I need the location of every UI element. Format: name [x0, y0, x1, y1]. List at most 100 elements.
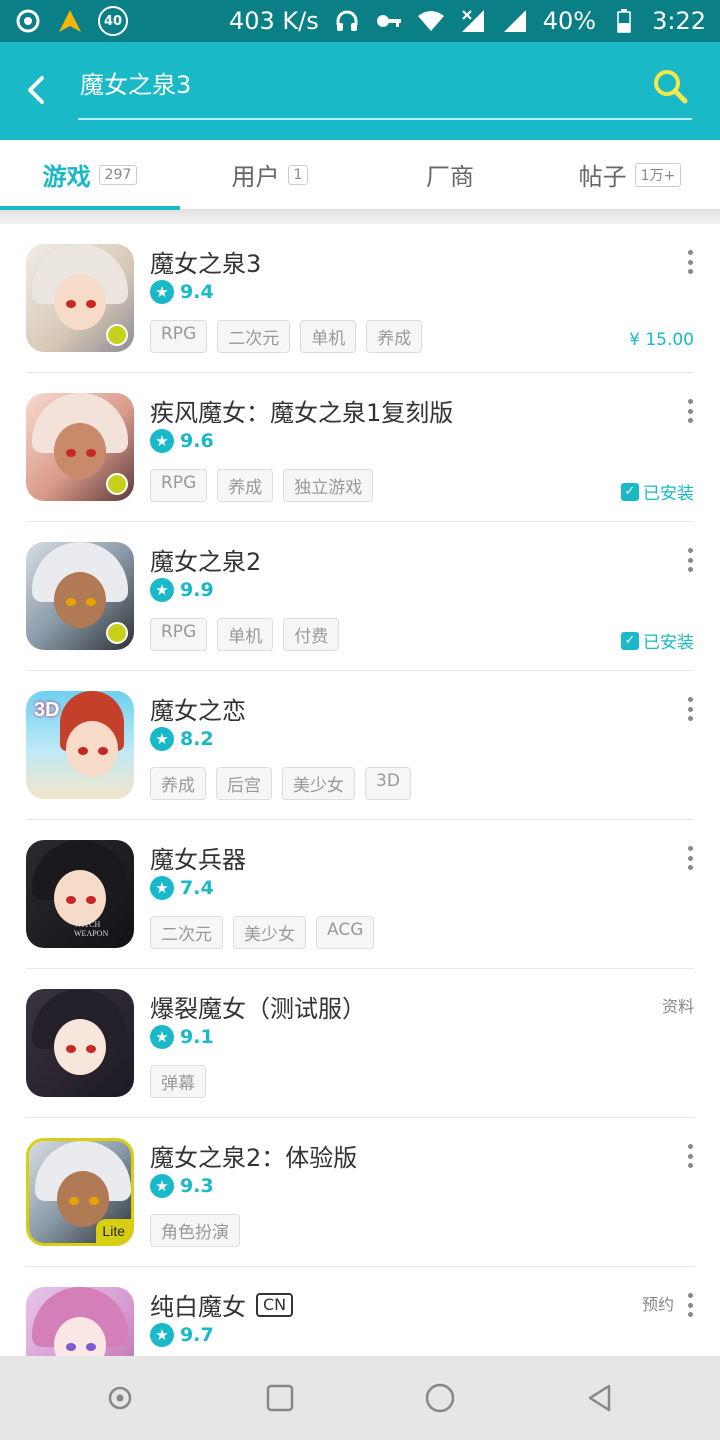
list-item[interactable]: 疾风魔女：魔女之泉1复刻版 ★ 9.6 RPG 养成 独立游戏 ✓ 已安装 [26, 373, 694, 522]
game-title: 纯白魔女 [150, 1293, 246, 1321]
rating-value: 8.2 [180, 728, 214, 750]
tag[interactable]: 单机 [217, 618, 274, 651]
tag[interactable]: 3D [365, 767, 411, 800]
rating: ★ 9.7 [150, 1323, 214, 1347]
system-nav-bar [0, 1356, 720, 1440]
star-icon: ★ [150, 727, 174, 751]
tab-vendors[interactable]: 厂商 [360, 140, 540, 209]
tag[interactable]: ACG [316, 916, 375, 949]
game-title: 魔女兵器 [150, 846, 246, 874]
tag[interactable]: 养成 [150, 767, 206, 800]
tag[interactable]: 美少女 [282, 767, 355, 800]
tag-list: 二次元 美少女 ACG [150, 916, 375, 949]
rating: ★ 9.1 [150, 1025, 214, 1049]
tag[interactable]: 弹幕 [150, 1065, 206, 1098]
tag-list: RPG 单机 付费 [150, 618, 340, 651]
divider [0, 210, 720, 224]
battery-icon [610, 7, 638, 35]
list-item[interactable]: 魔女之泉3 ★ 9.4 RPG 二次元 单机 养成 ¥ 15.00 [26, 224, 694, 373]
game-title: 魔女之泉3 [150, 250, 262, 278]
rating-value: 7.4 [180, 877, 214, 899]
more-options-icon[interactable] [686, 846, 694, 870]
rating-value: 9.9 [180, 579, 214, 601]
rating-value: 9.1 [180, 1026, 214, 1048]
tab-count: 1 [287, 164, 309, 185]
tag-list: 养成 后宫 美少女 3D [150, 767, 411, 800]
back-arrow-icon[interactable] [18, 70, 58, 110]
tag-list: RPG 二次元 单机 养成 [150, 320, 423, 353]
list-item[interactable]: 魔女之泉2 ★ 9.9 RPG 单机 付费 ✓ 已安装 [26, 522, 694, 671]
tab-posts[interactable]: 帖子 1万+ [540, 140, 720, 209]
star-icon: ★ [150, 1174, 174, 1198]
game-title: 疾风魔女：魔女之泉1复刻版 [150, 399, 454, 427]
tab-games[interactable]: 游戏 297 [0, 140, 180, 210]
rating-value: 9.6 [180, 430, 214, 452]
icon-3d-label: 3D [34, 699, 60, 721]
more-options-icon[interactable] [686, 250, 694, 274]
game-icon: WITCH WEAPON [26, 840, 134, 948]
rating-value: 9.7 [180, 1324, 214, 1346]
tab-count: 1万+ [634, 162, 682, 187]
notification-badge-icon: 40 [98, 6, 128, 36]
home-icon[interactable] [410, 1368, 470, 1428]
tag[interactable]: 养成 [217, 469, 274, 502]
more-options-icon[interactable] [686, 1144, 694, 1168]
tag[interactable]: RPG [150, 618, 208, 651]
tag[interactable]: 二次元 [150, 916, 223, 949]
wifi-icon [417, 7, 445, 35]
game-icon [26, 989, 134, 1097]
rating: ★ 9.4 [150, 280, 214, 304]
rating-value: 9.3 [180, 1175, 214, 1197]
tag[interactable]: 角色扮演 [150, 1214, 240, 1247]
list-item[interactable]: 爆裂魔女（测试服） ★ 9.1 弹幕 资料 [26, 969, 694, 1118]
more-options-icon[interactable] [686, 1293, 694, 1317]
android-icon [106, 473, 128, 495]
more-options-icon[interactable] [686, 548, 694, 572]
android-icon [106, 324, 128, 346]
signal-x-icon [459, 7, 487, 35]
info-link[interactable]: 资料 [662, 993, 694, 1017]
search-input[interactable]: 魔女之泉3 [78, 62, 692, 120]
game-icon: Lite [26, 1138, 134, 1246]
android-icon [106, 622, 128, 644]
search-icon[interactable] [650, 66, 690, 106]
more-options-icon[interactable] [686, 697, 694, 721]
list-item[interactable]: WITCH WEAPON 魔女兵器 ★ 7.4 二次元 美少女 ACG [26, 820, 694, 969]
back-icon[interactable] [570, 1368, 630, 1428]
rating: ★ 9.6 [150, 429, 214, 453]
game-title: 魔女之泉2：体验版 [150, 1144, 358, 1172]
tag[interactable]: RPG [150, 469, 208, 502]
reserve-link[interactable]: 预约 [642, 1291, 674, 1315]
tab-count: 297 [98, 164, 138, 185]
tag-list: 角色扮演 [150, 1214, 240, 1247]
list-item[interactable]: Lite 魔女之泉2：体验版 ★ 9.3 角色扮演 [26, 1118, 694, 1267]
rating: ★ 9.9 [150, 578, 214, 602]
tag[interactable]: 独立游戏 [283, 469, 374, 502]
game-title: 魔女之泉2 [150, 548, 262, 576]
installed-label: 已安装 [643, 633, 694, 653]
game-title-row: 纯白魔女 CN [150, 1287, 294, 1322]
headphones-icon [333, 7, 361, 35]
tag[interactable]: 付费 [283, 618, 340, 651]
record-icon[interactable] [90, 1368, 150, 1428]
game-icon [26, 393, 134, 501]
recent-apps-icon[interactable] [250, 1368, 310, 1428]
more-options-icon[interactable] [686, 399, 694, 423]
tag[interactable]: 单机 [300, 320, 357, 353]
installed-check-icon: ✓ [621, 482, 639, 501]
tag[interactable]: RPG [150, 320, 208, 353]
rating: ★ 7.4 [150, 876, 214, 900]
tag[interactable]: 二次元 [217, 320, 291, 353]
tab-users[interactable]: 用户 1 [180, 140, 360, 209]
network-speed: 403 K/s [228, 7, 319, 35]
game-icon [26, 542, 134, 650]
tag[interactable]: 美少女 [233, 916, 306, 949]
tab-label: 用户 [231, 163, 280, 191]
installed-status: ✓ 已安装 [621, 479, 694, 504]
list-item[interactable]: 3D 魔女之恋 ★ 8.2 养成 后宫 美少女 3D [26, 671, 694, 820]
clock: 3:22 [652, 7, 706, 35]
tag-list: RPG 养成 独立游戏 [150, 469, 374, 502]
tag[interactable]: 后宫 [216, 767, 272, 800]
lite-badge: Lite [96, 1219, 131, 1243]
tag[interactable]: 养成 [366, 320, 423, 353]
